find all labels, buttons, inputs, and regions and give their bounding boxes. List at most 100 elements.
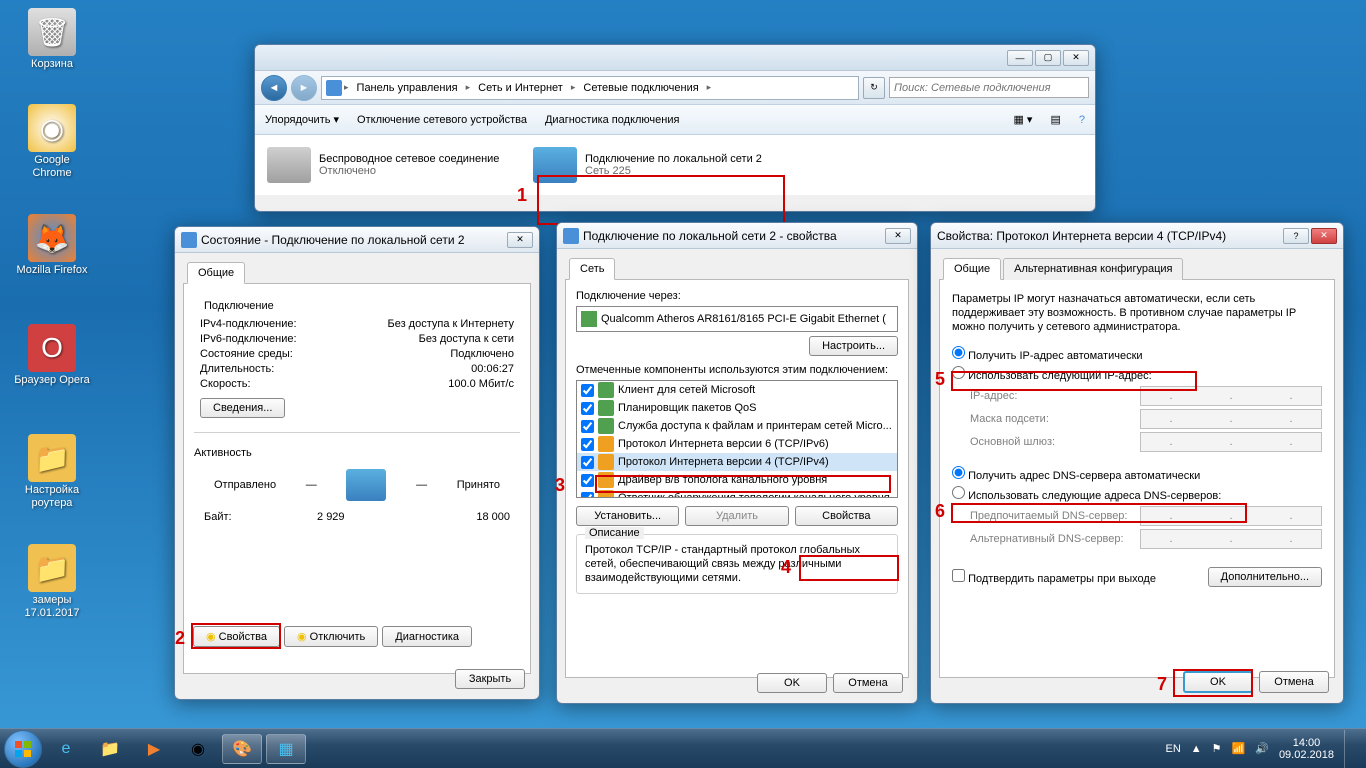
show-desktop-button[interactable] xyxy=(1344,730,1354,768)
wireless-connection-item[interactable]: Беспроводное сетевое соединениеОтключено xyxy=(263,143,513,187)
radio-manual-ip[interactable]: Использовать следующий IP-адрес: xyxy=(952,370,1152,382)
radio-auto-ip[interactable]: Получить IP-адрес автоматически xyxy=(952,350,1143,362)
desktop-icon-recycle-bin[interactable]: 🗑Корзина xyxy=(14,8,90,71)
view-details-button[interactable]: ▤ xyxy=(1050,113,1060,126)
lan-icon xyxy=(533,147,577,183)
taskbar-ie[interactable]: e xyxy=(46,734,86,764)
description-group: Описание Протокол TCP/IP - стандартный п… xyxy=(576,534,898,594)
taskbar-media[interactable]: ▶ xyxy=(134,734,174,764)
lan-connection-item[interactable]: Подключение по локальной сети 2Сеть 225 xyxy=(529,143,779,187)
close-button-bottom[interactable]: Закрыть xyxy=(455,669,525,689)
advanced-button[interactable]: Дополнительно... xyxy=(1208,567,1322,587)
tab-network[interactable]: Сеть xyxy=(569,258,615,280)
component-checkbox[interactable] xyxy=(581,402,594,415)
component-icon xyxy=(598,454,614,470)
properties-button[interactable]: ◉ Свойства xyxy=(193,626,280,647)
component-label: Ответчик обнаружения топологии канальног… xyxy=(618,492,890,498)
subnet-mask-field: ... xyxy=(1140,409,1322,429)
cmd-disable-device[interactable]: Отключение сетевого устройства xyxy=(357,114,527,126)
tab-general[interactable]: Общие xyxy=(943,258,1001,280)
component-item[interactable]: Служба доступа к файлам и принтерам сете… xyxy=(577,417,897,435)
desktop-icon-router-setup[interactable]: 📁Настройка роутера xyxy=(14,434,90,510)
item-properties-button[interactable]: Свойства xyxy=(795,506,898,526)
install-button[interactable]: Установить... xyxy=(576,506,679,526)
components-list[interactable]: Клиент для сетей MicrosoftПланировщик па… xyxy=(576,380,898,498)
maximize-button[interactable]: ▢ xyxy=(1035,50,1061,66)
forward-button[interactable]: ► xyxy=(291,75,317,101)
taskbar-explorer[interactable]: 📁 xyxy=(90,734,130,764)
validate-checkbox[interactable]: Подтвердить параметры при выходе xyxy=(952,569,1156,585)
taskbar-chrome[interactable]: ◉ xyxy=(178,734,218,764)
breadcrumb[interactable]: ▸Панель управления ▸Сеть и Интернет ▸Сет… xyxy=(321,76,859,100)
component-checkbox[interactable] xyxy=(581,474,594,487)
component-item[interactable]: Протокол Интернета версии 4 (TCP/IPv4) xyxy=(577,453,897,471)
minimize-button[interactable]: — xyxy=(1007,50,1033,66)
cmd-organize[interactable]: Упорядочить ▾ xyxy=(265,113,339,126)
view-icons-button[interactable]: ▦ ▾ xyxy=(1013,113,1032,126)
component-checkbox[interactable] xyxy=(581,438,594,451)
component-label: Драйвер в/в тополога канального уровня xyxy=(618,474,827,486)
tray-network-icon[interactable]: 📶 xyxy=(1232,742,1246,755)
component-item[interactable]: Драйвер в/в тополога канального уровня xyxy=(577,471,897,489)
component-label: Служба доступа к файлам и принтерам сете… xyxy=(618,420,892,432)
component-checkbox[interactable] xyxy=(581,420,594,433)
ok-button[interactable]: OK xyxy=(757,673,827,693)
desktop-icon-firefox[interactable]: 🦊Mozilla Firefox xyxy=(14,214,90,277)
taskbar-paint[interactable]: 🎨 xyxy=(222,734,262,764)
help-button[interactable]: ? xyxy=(1283,228,1309,244)
refresh-button[interactable]: ↻ xyxy=(863,77,885,99)
tab-general[interactable]: Общие xyxy=(187,262,245,284)
desktop-icon-opera[interactable]: OБраузер Opera xyxy=(14,324,90,387)
component-icon xyxy=(598,382,614,398)
diagnose-button[interactable]: Диагностика xyxy=(382,626,472,647)
component-item[interactable]: Ответчик обнаружения топологии канальног… xyxy=(577,489,897,498)
component-checkbox[interactable] xyxy=(581,384,594,397)
navbar: ◄ ► ▸Панель управления ▸Сеть и Интернет … xyxy=(255,71,1095,105)
radio-manual-dns[interactable]: Использовать следующие адреса DNS-сервер… xyxy=(952,490,1221,502)
tray-time[interactable]: 14:00 xyxy=(1279,737,1334,749)
taskbar-network[interactable]: ▦ xyxy=(266,734,306,764)
wireless-icon xyxy=(267,147,311,183)
close-button[interactable]: ✕ xyxy=(1311,228,1337,244)
annotation-1: 1 xyxy=(517,185,527,206)
component-checkbox[interactable] xyxy=(581,456,594,469)
conn-name: Подключение по локальной сети 2 xyxy=(585,153,762,165)
component-item[interactable]: Планировщик пакетов QoS xyxy=(577,399,897,417)
configure-button[interactable]: Настроить... xyxy=(809,336,898,356)
tray-lang[interactable]: EN xyxy=(1165,743,1180,755)
search-input[interactable] xyxy=(889,77,1089,98)
adapter-icon xyxy=(581,311,597,327)
bc-network[interactable]: Сеть и Интернет xyxy=(472,80,569,96)
description-text: Протокол TCP/IP - стандартный протокол г… xyxy=(585,543,889,585)
desktop-icon-chrome[interactable]: ◉Google Chrome xyxy=(14,104,90,180)
remove-button[interactable]: Удалить xyxy=(685,506,788,526)
component-item[interactable]: Протокол Интернета версии 6 (TCP/IPv6) xyxy=(577,435,897,453)
component-icon xyxy=(598,436,614,452)
tray-flag-icon[interactable]: ▲ xyxy=(1191,743,1202,755)
component-item[interactable]: Клиент для сетей Microsoft xyxy=(577,381,897,399)
close-button[interactable]: ✕ xyxy=(507,232,533,248)
bc-control-panel[interactable]: Панель управления xyxy=(351,80,464,96)
cmd-diagnose[interactable]: Диагностика подключения xyxy=(545,114,679,126)
tray-volume-icon[interactable]: 🔊 xyxy=(1255,742,1269,755)
desktop-icon-folder[interactable]: 📁замеры 17.01.2017 xyxy=(14,544,90,620)
radio-auto-dns[interactable]: Получить адрес DNS-сервера автоматически xyxy=(952,470,1200,482)
ok-button[interactable]: OK xyxy=(1183,671,1253,693)
cancel-button[interactable]: Отмена xyxy=(833,673,903,693)
close-button[interactable]: ✕ xyxy=(1063,50,1089,66)
explorer-window: —▢✕ ◄ ► ▸Панель управления ▸Сеть и Интер… xyxy=(254,44,1096,212)
tray-action-center-icon[interactable]: ⚑ xyxy=(1212,742,1222,755)
cancel-button[interactable]: Отмена xyxy=(1259,671,1329,693)
close-button[interactable]: ✕ xyxy=(885,228,911,244)
bc-connections[interactable]: Сетевые подключения xyxy=(577,80,704,96)
bytes-recv: 18 000 xyxy=(430,511,510,523)
details-button[interactable]: Сведения... xyxy=(200,398,285,418)
back-button[interactable]: ◄ xyxy=(261,75,287,101)
tray-date[interactable]: 09.02.2018 xyxy=(1279,749,1334,761)
start-button[interactable] xyxy=(4,730,42,768)
ip-address-field: ... xyxy=(1140,386,1322,406)
component-checkbox[interactable] xyxy=(581,492,594,499)
disable-button[interactable]: ◉ Отключить xyxy=(284,626,378,647)
tab-alternate[interactable]: Альтернативная конфигурация xyxy=(1003,258,1183,280)
help-button[interactable]: ? xyxy=(1079,114,1085,126)
